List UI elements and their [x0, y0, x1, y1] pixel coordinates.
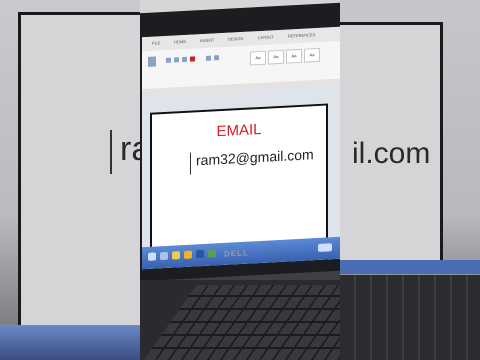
browser-icon — [172, 251, 180, 260]
blurred-left-panel: ram32@gmail.com — [0, 0, 140, 360]
dell-logo: DELL — [224, 248, 249, 259]
clock-icon — [318, 243, 332, 252]
blurred-text-left: ram32@gmail.com — [120, 130, 140, 168]
blurred-keyboard-right — [340, 275, 480, 360]
blurred-email-fragment: il.com — [352, 137, 431, 170]
style-title: Aa — [304, 47, 320, 63]
italic-icon — [174, 57, 179, 63]
blurred-taskbar-left — [0, 325, 140, 360]
word-icon — [196, 249, 204, 259]
search-icon — [160, 251, 168, 261]
app-icon — [208, 249, 216, 258]
start-icon — [148, 252, 156, 261]
text-cursor-blurred — [110, 130, 112, 174]
paste-icon — [148, 56, 156, 67]
style-heading: Aa — [286, 48, 302, 64]
email-address-text: ram32@gmail.com — [196, 146, 314, 169]
blurred-document-left — [18, 12, 140, 358]
list-icon — [214, 55, 219, 61]
document-page: EMAIL ram32@gmail.com — [150, 103, 328, 257]
blurred-document-right: il.com — [340, 22, 443, 273]
font-color-icon — [190, 56, 195, 62]
laptop-photo: FILE HOME INSERT DESIGN LAYOUT REFERENCE… — [140, 0, 340, 360]
text-cursor — [190, 152, 191, 175]
bold-icon — [166, 57, 171, 63]
folder-icon — [184, 250, 192, 259]
align-icon — [206, 55, 211, 61]
blurred-taskbar-right — [340, 260, 480, 274]
underline-icon — [182, 56, 187, 63]
laptop-screen: FILE HOME INSERT DESIGN LAYOUT REFERENCE… — [142, 26, 340, 270]
style-no-spacing: Aa — [268, 49, 284, 65]
email-heading: EMAIL — [216, 120, 262, 141]
document-area: EMAIL ram32@gmail.com — [142, 86, 340, 257]
style-normal: Aa — [250, 50, 266, 66]
blurred-right-panel: il.com — [340, 0, 480, 360]
